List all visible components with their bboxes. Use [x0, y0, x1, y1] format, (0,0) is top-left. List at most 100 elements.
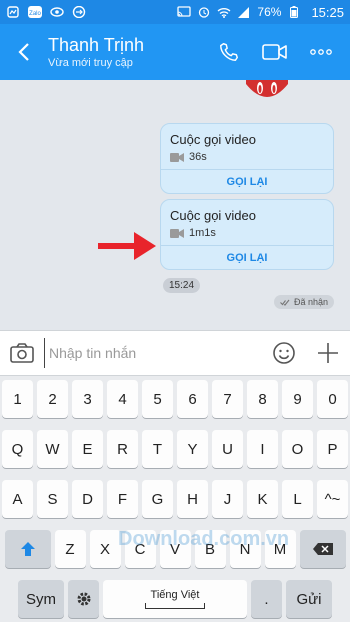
video-call-message[interactable]: Cuộc gọi video 36s GỌI LẠI	[160, 123, 334, 194]
key-2[interactable]: 2	[37, 380, 68, 418]
signal-icon	[237, 6, 251, 18]
key-n[interactable]: N	[229, 530, 261, 568]
key-7[interactable]: 7	[212, 380, 243, 418]
clock: 15:25	[311, 4, 344, 20]
plus-icon	[318, 343, 338, 363]
key-k[interactable]: K	[247, 480, 278, 518]
key-z[interactable]: Z	[54, 530, 86, 568]
red-arrow-annotation	[98, 232, 156, 260]
cast-icon	[177, 6, 192, 18]
voice-call-button[interactable]	[214, 37, 244, 67]
key-s[interactable]: S	[37, 480, 68, 518]
key-9[interactable]: 9	[282, 380, 313, 418]
period-key[interactable]: .	[251, 580, 282, 618]
key-t[interactable]: T	[142, 430, 173, 468]
key-x[interactable]: X	[89, 530, 121, 568]
key-c[interactable]: C	[124, 530, 156, 568]
video-camera-icon	[262, 44, 287, 60]
received-text: Đã nhận	[293, 297, 328, 307]
settings-key[interactable]	[68, 580, 99, 618]
gear-icon	[77, 592, 90, 606]
double-check-icon	[280, 299, 290, 306]
chat-area[interactable]: Cuộc gọi video 36s GỌI LẠI Cuộc gọi vide…	[0, 80, 350, 330]
battery-icon	[287, 6, 301, 18]
camera-icon	[10, 343, 34, 363]
battery-text: 76%	[257, 5, 282, 19]
key-u[interactable]: U	[212, 430, 243, 468]
chat-header: Thanh Trịnh Vừa mới truy cập	[0, 24, 350, 80]
svg-text:Zalo: Zalo	[29, 11, 41, 17]
contact-name: Thanh Trịnh	[48, 35, 145, 55]
back-button[interactable]	[0, 24, 48, 80]
eye-icon	[50, 6, 64, 18]
backspace-key[interactable]	[299, 530, 346, 568]
key-m[interactable]: M	[264, 530, 296, 568]
key-i[interactable]: I	[247, 430, 278, 468]
send-key[interactable]: Gửi	[286, 580, 332, 618]
key-0[interactable]: 0	[317, 380, 348, 418]
attach-button[interactable]	[306, 331, 350, 375]
sym-key[interactable]: Sym	[18, 580, 64, 618]
message-input[interactable]: Nhập tin nhắn	[44, 338, 262, 368]
call-duration: 1m1s	[189, 227, 216, 239]
call-title: Cuộc gọi video	[170, 208, 256, 223]
key-h[interactable]: H	[177, 480, 208, 518]
key-r[interactable]: R	[107, 430, 138, 468]
key-w[interactable]: W	[37, 430, 68, 468]
received-status: Đã nhận	[273, 295, 334, 309]
keyboard: 1 2 3 4 5 6 7 8 9 0 Q W E R T Y U I O P …	[0, 376, 350, 622]
key-a[interactable]: A	[2, 480, 33, 518]
space-bar-icon	[145, 603, 205, 609]
camera-button[interactable]	[0, 331, 44, 375]
key-6[interactable]: 6	[177, 380, 208, 418]
emoji-button[interactable]	[262, 331, 306, 375]
key-d[interactable]: D	[72, 480, 103, 518]
key-3[interactable]: 3	[72, 380, 103, 418]
more-icon	[310, 49, 332, 55]
smiley-icon	[273, 342, 295, 364]
alarm-icon	[197, 6, 211, 18]
key-8[interactable]: 8	[247, 380, 278, 418]
phone-icon	[220, 43, 238, 61]
call-back-button[interactable]: GỌI LẠI	[161, 169, 333, 193]
key-y[interactable]: Y	[177, 430, 208, 468]
key-q[interactable]: Q	[2, 430, 33, 468]
message-time: 15:24	[163, 278, 201, 293]
video-call-button[interactable]	[260, 37, 290, 67]
wifi-icon	[217, 6, 231, 18]
video-camera-icon	[170, 228, 184, 238]
space-key[interactable]: Tiếng Việt	[103, 580, 247, 618]
key-f[interactable]: F	[107, 480, 138, 518]
key-b[interactable]: B	[194, 530, 226, 568]
call-duration: 36s	[189, 151, 207, 163]
back-arrow-icon	[18, 43, 29, 61]
key-v[interactable]: V	[159, 530, 191, 568]
key-p[interactable]: P	[317, 430, 348, 468]
video-camera-icon	[170, 152, 184, 162]
key-o[interactable]: O	[282, 430, 313, 468]
key-l[interactable]: L	[282, 480, 313, 518]
key-j[interactable]: J	[212, 480, 243, 518]
key-4[interactable]: 4	[107, 380, 138, 418]
key-1[interactable]: 1	[2, 380, 33, 418]
more-options-button[interactable]	[306, 37, 336, 67]
key-tone[interactable]: ^~	[317, 480, 348, 518]
contact-status: Vừa mới truy cập	[48, 57, 133, 69]
call-back-button[interactable]: GỌI LẠI	[161, 245, 333, 269]
shift-arrow-icon	[20, 542, 35, 556]
call-title: Cuộc gọi video	[170, 132, 256, 147]
notification-icon	[6, 6, 20, 18]
backspace-icon	[312, 543, 333, 555]
video-call-message[interactable]: Cuộc gọi video 1m1s GỌI LẠI	[160, 199, 334, 270]
key-e[interactable]: E	[72, 430, 103, 468]
screen-icon	[72, 6, 86, 18]
zalo-icon: Zalo	[28, 6, 42, 18]
status-bar: Zalo 76% 15:25	[0, 0, 350, 24]
shift-key[interactable]	[4, 530, 51, 568]
sticker-icon	[246, 80, 288, 97]
contact-info[interactable]: Thanh Trịnh Vừa mới truy cập	[48, 35, 214, 69]
key-g[interactable]: G	[142, 480, 173, 518]
key-5[interactable]: 5	[142, 380, 173, 418]
message-input-bar: Nhập tin nhắn	[0, 330, 350, 376]
space-label: Tiếng Việt	[150, 589, 200, 601]
